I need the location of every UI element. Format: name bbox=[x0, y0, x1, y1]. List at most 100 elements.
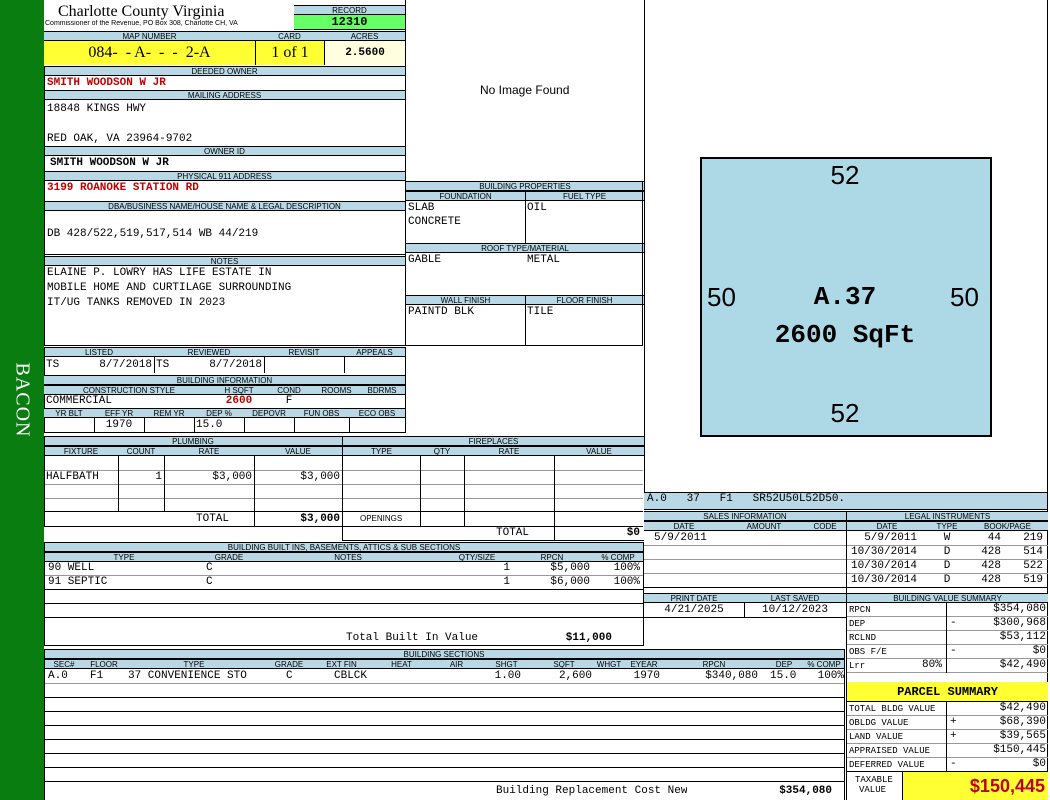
parcel-label: LAND VALUE bbox=[849, 732, 904, 742]
builtins-rpcn: $6,000 bbox=[550, 576, 590, 588]
card-header: CARD bbox=[255, 31, 324, 41]
reviewed-date: 8/7/2018 bbox=[209, 359, 262, 371]
parcel-label: OBLDG VALUE bbox=[849, 718, 909, 728]
bvs-label: RPCN bbox=[849, 605, 871, 615]
builtins-col-comp: % COMP bbox=[592, 552, 644, 562]
print-date-value: 4/21/2025 bbox=[664, 604, 724, 616]
plumbing-fixture: HALFBATH bbox=[46, 471, 99, 483]
sketch-left-dim: 50 bbox=[707, 282, 736, 312]
legal-date: 10/30/2014 bbox=[850, 560, 917, 572]
builtins-col-type: TYPE bbox=[44, 552, 204, 562]
card-value: 1 of 1 bbox=[255, 41, 324, 65]
legal-type: D bbox=[943, 574, 951, 586]
hsqft-header: H SQFT bbox=[214, 385, 264, 395]
dep-value: 15.0 bbox=[196, 419, 223, 431]
sections-col-heat: HEAT bbox=[369, 659, 434, 669]
building-properties-header: BUILDING PROPERTIES bbox=[406, 181, 644, 191]
effyr-header: EFF YR bbox=[94, 408, 144, 418]
dba-value: DB 428/522,519,517,514 WB 44/219 bbox=[47, 228, 259, 240]
plumbing-count: 1 bbox=[155, 471, 162, 483]
builtins-qty: 1 bbox=[503, 576, 510, 588]
notes-line: ELAINE P. LOWRY HAS LIFE ESTATE IN bbox=[47, 267, 272, 279]
section-shgt: 1.00 bbox=[494, 670, 521, 682]
parcel-label: DEFERRED VALUE bbox=[849, 760, 925, 770]
builtins-rpcn: $5,000 bbox=[550, 562, 590, 574]
parcel-label: TOTAL BLDG VALUE bbox=[849, 704, 936, 714]
taxable-label: VALUE bbox=[859, 785, 887, 795]
bvs-value: $53,112 bbox=[999, 631, 1046, 643]
section-floor: F1 bbox=[90, 670, 104, 682]
section-eyear: 1970 bbox=[633, 670, 660, 682]
mailing-line-2: RED OAK, VA 23964-9702 bbox=[47, 133, 193, 145]
plumbing-col-fixture: FIXTURE bbox=[44, 446, 118, 456]
sections-header: BUILDING SECTIONS bbox=[44, 649, 844, 659]
builtins-col-qty: QTY/SIZE bbox=[442, 552, 512, 562]
county-title: Charlotte County Virginia bbox=[58, 3, 225, 20]
fireplaces-header: FIREPLACES bbox=[343, 436, 644, 446]
ecoobs-header: ECO OBS bbox=[349, 408, 405, 418]
bvs-column-divider bbox=[946, 603, 947, 673]
legal-col-type: TYPE bbox=[927, 521, 967, 531]
plumbing-total-value: $3,000 bbox=[300, 513, 340, 525]
listed-date: 8/7/2018 bbox=[99, 359, 152, 371]
revisit-header: REVISIT bbox=[264, 347, 344, 357]
legal-book: 428 bbox=[981, 574, 1001, 586]
sales-col-amount: AMOUNT bbox=[724, 521, 804, 531]
plumbing-value: $3,000 bbox=[300, 471, 340, 483]
roof-type-value: GABLE bbox=[408, 254, 442, 266]
section-ext: CBLCK bbox=[334, 670, 368, 682]
sidebar-label: BACON bbox=[11, 362, 34, 438]
legal-row-divider bbox=[847, 545, 1048, 546]
bvs-value: $300,968 bbox=[993, 617, 1046, 629]
builtins-comp: 100% bbox=[613, 562, 640, 574]
builtins-grade: C bbox=[206, 576, 213, 588]
parcel-column-divider bbox=[946, 702, 947, 772]
sections-col-grade: GRADE bbox=[264, 659, 314, 669]
builtins-total-label: Total Built In Value bbox=[346, 632, 479, 644]
listed-header: LISTED bbox=[44, 347, 154, 357]
hsqft-value: 2600 bbox=[225, 395, 253, 407]
yrblt-header: YR BLT bbox=[44, 408, 94, 418]
parcel-summary-title: PARCEL SUMMARY bbox=[847, 682, 1048, 702]
fireplaces-col-type: TYPE bbox=[343, 446, 420, 456]
office-text: Commissioner of the Revenue, PO Box 308,… bbox=[45, 20, 238, 27]
funobs-header: FUN OBS bbox=[294, 408, 349, 418]
foundation-header: FOUNDATION bbox=[406, 191, 525, 201]
physical-address-value: 3199 ROANOKE STATION RD bbox=[47, 182, 199, 194]
sketch-right-dim: 50 bbox=[950, 282, 979, 312]
sections-col-sec: SEC# bbox=[44, 659, 84, 669]
record-header: RECORD bbox=[294, 5, 405, 15]
sales-col-date: DATE bbox=[644, 521, 724, 531]
section-grade: C bbox=[286, 670, 293, 682]
listed-by: TS bbox=[46, 359, 60, 371]
last-saved-value: 10/12/2023 bbox=[761, 604, 828, 616]
builtins-type: 91 SEPTIC bbox=[48, 576, 108, 588]
parcel-sign: - bbox=[950, 758, 957, 770]
construction-style-value: COMMERCIAL bbox=[46, 395, 113, 407]
cond-value: F bbox=[285, 395, 293, 407]
sections-col-shgt: SHGT bbox=[479, 659, 534, 669]
notes-header: NOTES bbox=[44, 256, 405, 266]
fireplaces-total-value: $0 bbox=[626, 527, 640, 539]
sketch-top-dim: 52 bbox=[830, 160, 860, 190]
sales-header: SALES INFORMATION bbox=[644, 511, 846, 521]
notes-line: MOBILE HOME AND CURTILAGE SURROUNDING bbox=[47, 282, 292, 294]
plumbing-col-count: COUNT bbox=[118, 446, 164, 456]
record-value: 12310 bbox=[294, 15, 405, 30]
builtins-qty: 1 bbox=[503, 562, 510, 574]
legal-col-book: BOOK/PAGE bbox=[967, 521, 1048, 531]
mailing-address-header: MAILING ADDRESS bbox=[44, 90, 405, 100]
bvs-label: Lrr bbox=[849, 661, 866, 671]
sections-col-ext: EXT FIN bbox=[314, 659, 369, 669]
plumbing-rate: $3,000 bbox=[212, 471, 252, 483]
builtins-header: BUILDING BUILT INS, BASEMENTS, ATTICS & … bbox=[44, 542, 644, 552]
plumbing-col-value: VALUE bbox=[254, 446, 342, 456]
print-date-header: PRINT DATE bbox=[644, 593, 744, 603]
builtins-comp: 100% bbox=[613, 576, 640, 588]
parcel-value: $39,565 bbox=[999, 730, 1046, 742]
bdrms-header: BDRMS bbox=[359, 385, 405, 395]
fuel-type-value: OIL bbox=[527, 202, 547, 214]
sketch-bottom-dim: 52 bbox=[830, 398, 860, 428]
fuel-type-header: FUEL TYPE bbox=[525, 191, 644, 201]
legal-date: 10/30/2014 bbox=[850, 574, 917, 586]
